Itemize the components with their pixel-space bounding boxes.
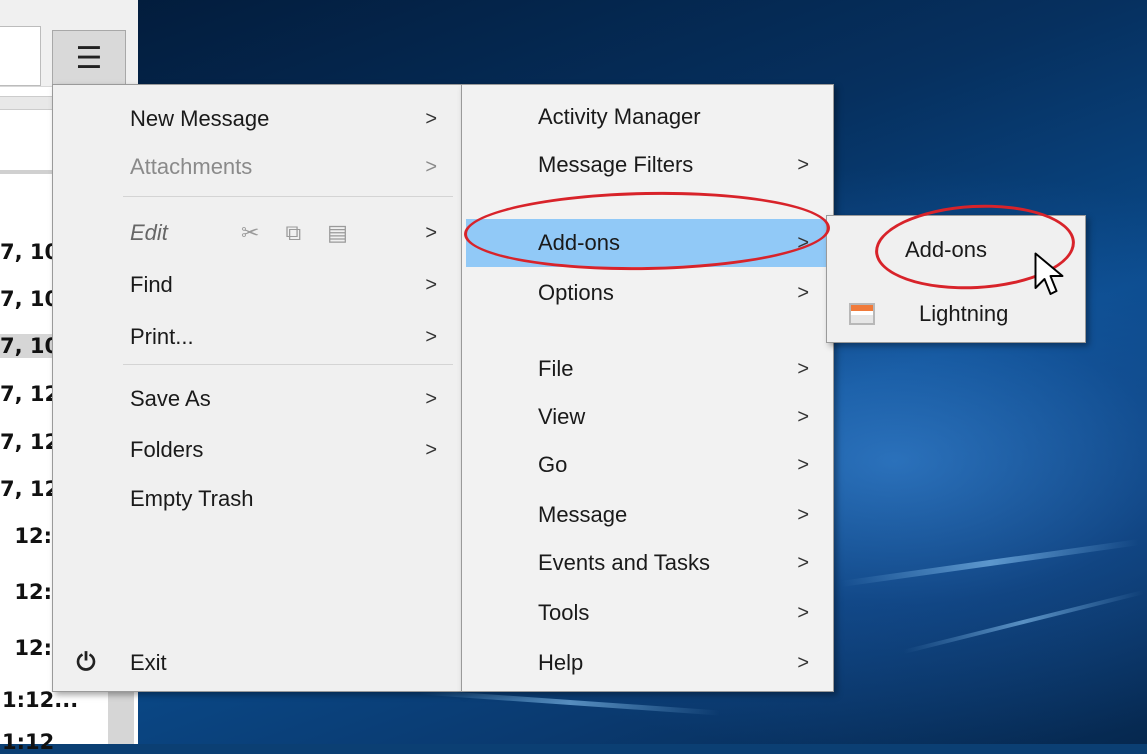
chevron-right-icon: > xyxy=(797,405,809,428)
chevron-right-icon: > xyxy=(797,153,809,176)
menu-item-edit[interactable]: Edit ✂ ⧉ ▤ > xyxy=(53,211,461,255)
menu-item-empty-trash[interactable]: Empty Trash xyxy=(53,477,461,521)
menu-item-message[interactable]: Message > xyxy=(462,493,833,537)
power-icon: ⏻ xyxy=(76,649,96,676)
menu-item-options[interactable]: Options > xyxy=(462,271,833,315)
chevron-right-icon: > xyxy=(797,503,809,526)
menu-item-find[interactable]: Find > xyxy=(53,263,461,307)
menu-item-exit[interactable]: ⏻ Exit xyxy=(53,641,461,685)
clipboard-icon[interactable]: ▤ xyxy=(327,220,348,246)
menu-item-message-filters[interactable]: Message Filters > xyxy=(462,143,833,187)
message-row-date[interactable]: 7, 12 xyxy=(0,477,52,501)
menu-item-label: View xyxy=(538,404,586,429)
message-row-date[interactable]: 7, 12 xyxy=(0,382,52,406)
chevron-right-icon: > xyxy=(425,387,437,410)
menu-item-label: Message xyxy=(538,502,628,527)
menu-item-label: Help xyxy=(538,650,584,675)
chevron-right-icon: > xyxy=(425,273,437,296)
menu-item-file[interactable]: File > xyxy=(462,347,833,391)
menu-item-folders[interactable]: Folders > xyxy=(53,428,461,472)
menu-item-go[interactable]: Go > xyxy=(462,443,833,487)
menu-item-label: File xyxy=(538,356,574,381)
menu-item-label: Activity Manager xyxy=(538,104,701,129)
message-row-date[interactable]: 12: xyxy=(0,580,52,604)
menu-item-view[interactable]: View > xyxy=(462,395,833,439)
menu-item-new-message[interactable]: New Message > xyxy=(53,97,461,141)
menu-item-events-and-tasks[interactable]: Events and Tasks > xyxy=(462,541,833,585)
light-beam xyxy=(420,689,720,716)
message-row-date[interactable]: 1:12 xyxy=(0,730,112,754)
menu-item-add-ons[interactable]: Add-ons > xyxy=(466,219,827,267)
menu-item-label: Save As xyxy=(130,386,211,411)
menu-item-label: Empty Trash xyxy=(130,486,254,511)
menu-item-attachments[interactable]: Attachments > xyxy=(53,145,461,189)
menu-item-label: Events and Tasks xyxy=(538,550,711,575)
menu-item-tools[interactable]: Tools > xyxy=(462,591,833,635)
copy-icon[interactable]: ⧉ xyxy=(285,220,301,246)
menu-separator xyxy=(123,196,453,197)
menu-item-label: Exit xyxy=(130,650,167,675)
app-menu: New Message > Attachments > Edit ✂ ⧉ ▤ >… xyxy=(52,84,462,692)
menu-item-label: Go xyxy=(538,452,568,477)
menu-item-label: Tools xyxy=(538,600,590,625)
chevron-right-icon: > xyxy=(797,357,809,380)
chevron-right-icon: > xyxy=(797,281,809,304)
menu-item-label: Folders xyxy=(130,437,204,462)
message-row-date[interactable]: 7, 10 xyxy=(0,334,52,358)
chevron-right-icon: > xyxy=(797,453,809,476)
menu-item-label: Add-ons xyxy=(905,237,987,262)
menu-item-label: New Message xyxy=(130,106,270,131)
menu-item-label: Lightning xyxy=(919,301,1009,326)
menu-separator xyxy=(123,364,453,365)
message-row-date[interactable]: 7, 10 xyxy=(0,240,52,264)
menu-item-save-as[interactable]: Save As > xyxy=(53,377,461,421)
chevron-right-icon: > xyxy=(425,155,437,178)
light-beam xyxy=(903,590,1144,654)
menu-item-label: Print... xyxy=(130,324,194,349)
mouse-cursor-icon xyxy=(1034,252,1064,295)
menu-item-label: Attachments xyxy=(130,154,253,179)
chevron-right-icon: > xyxy=(797,601,809,624)
menu-item-help[interactable]: Help > xyxy=(462,641,833,685)
chevron-right-icon: > xyxy=(425,325,437,348)
menu-item-label: Message Filters xyxy=(538,152,694,177)
chevron-right-icon: > xyxy=(425,221,437,244)
message-row-date[interactable]: 7, 10 xyxy=(0,287,52,311)
chevron-right-icon: > xyxy=(797,231,809,254)
message-row-date[interactable]: 7, 12 xyxy=(0,430,52,454)
hamburger-icon: ☰ xyxy=(75,40,103,76)
menu-item-label: Find xyxy=(130,272,173,297)
menu-item-print[interactable]: Print... > xyxy=(53,315,461,359)
chevron-right-icon: > xyxy=(425,107,437,130)
divider xyxy=(0,170,54,174)
scissors-icon[interactable]: ✂ xyxy=(241,220,259,246)
message-row-date[interactable]: 12: xyxy=(0,636,52,660)
chevron-right-icon: > xyxy=(425,438,437,461)
search-input[interactable] xyxy=(0,26,41,86)
menu-item-label: Options xyxy=(538,280,614,305)
menu-item-activity-manager[interactable]: Activity Manager xyxy=(462,95,833,139)
horizontal-scrollbar[interactable] xyxy=(0,96,54,110)
chevron-right-icon: > xyxy=(797,551,809,574)
app-menu-secondary: Activity Manager Message Filters > Add-o… xyxy=(461,84,834,692)
message-row-date[interactable]: 12: xyxy=(0,524,52,548)
edit-toolbar: ✂ ⧉ ▤ xyxy=(241,220,348,246)
calendar-icon xyxy=(849,303,875,325)
menu-item-label: Add-ons xyxy=(538,230,620,255)
vertical-scrollbar[interactable] xyxy=(108,690,134,744)
app-menu-button[interactable]: ☰ xyxy=(52,30,126,86)
chevron-right-icon: > xyxy=(797,651,809,674)
menu-item-label: Edit xyxy=(130,220,168,245)
light-beam xyxy=(841,539,1139,587)
